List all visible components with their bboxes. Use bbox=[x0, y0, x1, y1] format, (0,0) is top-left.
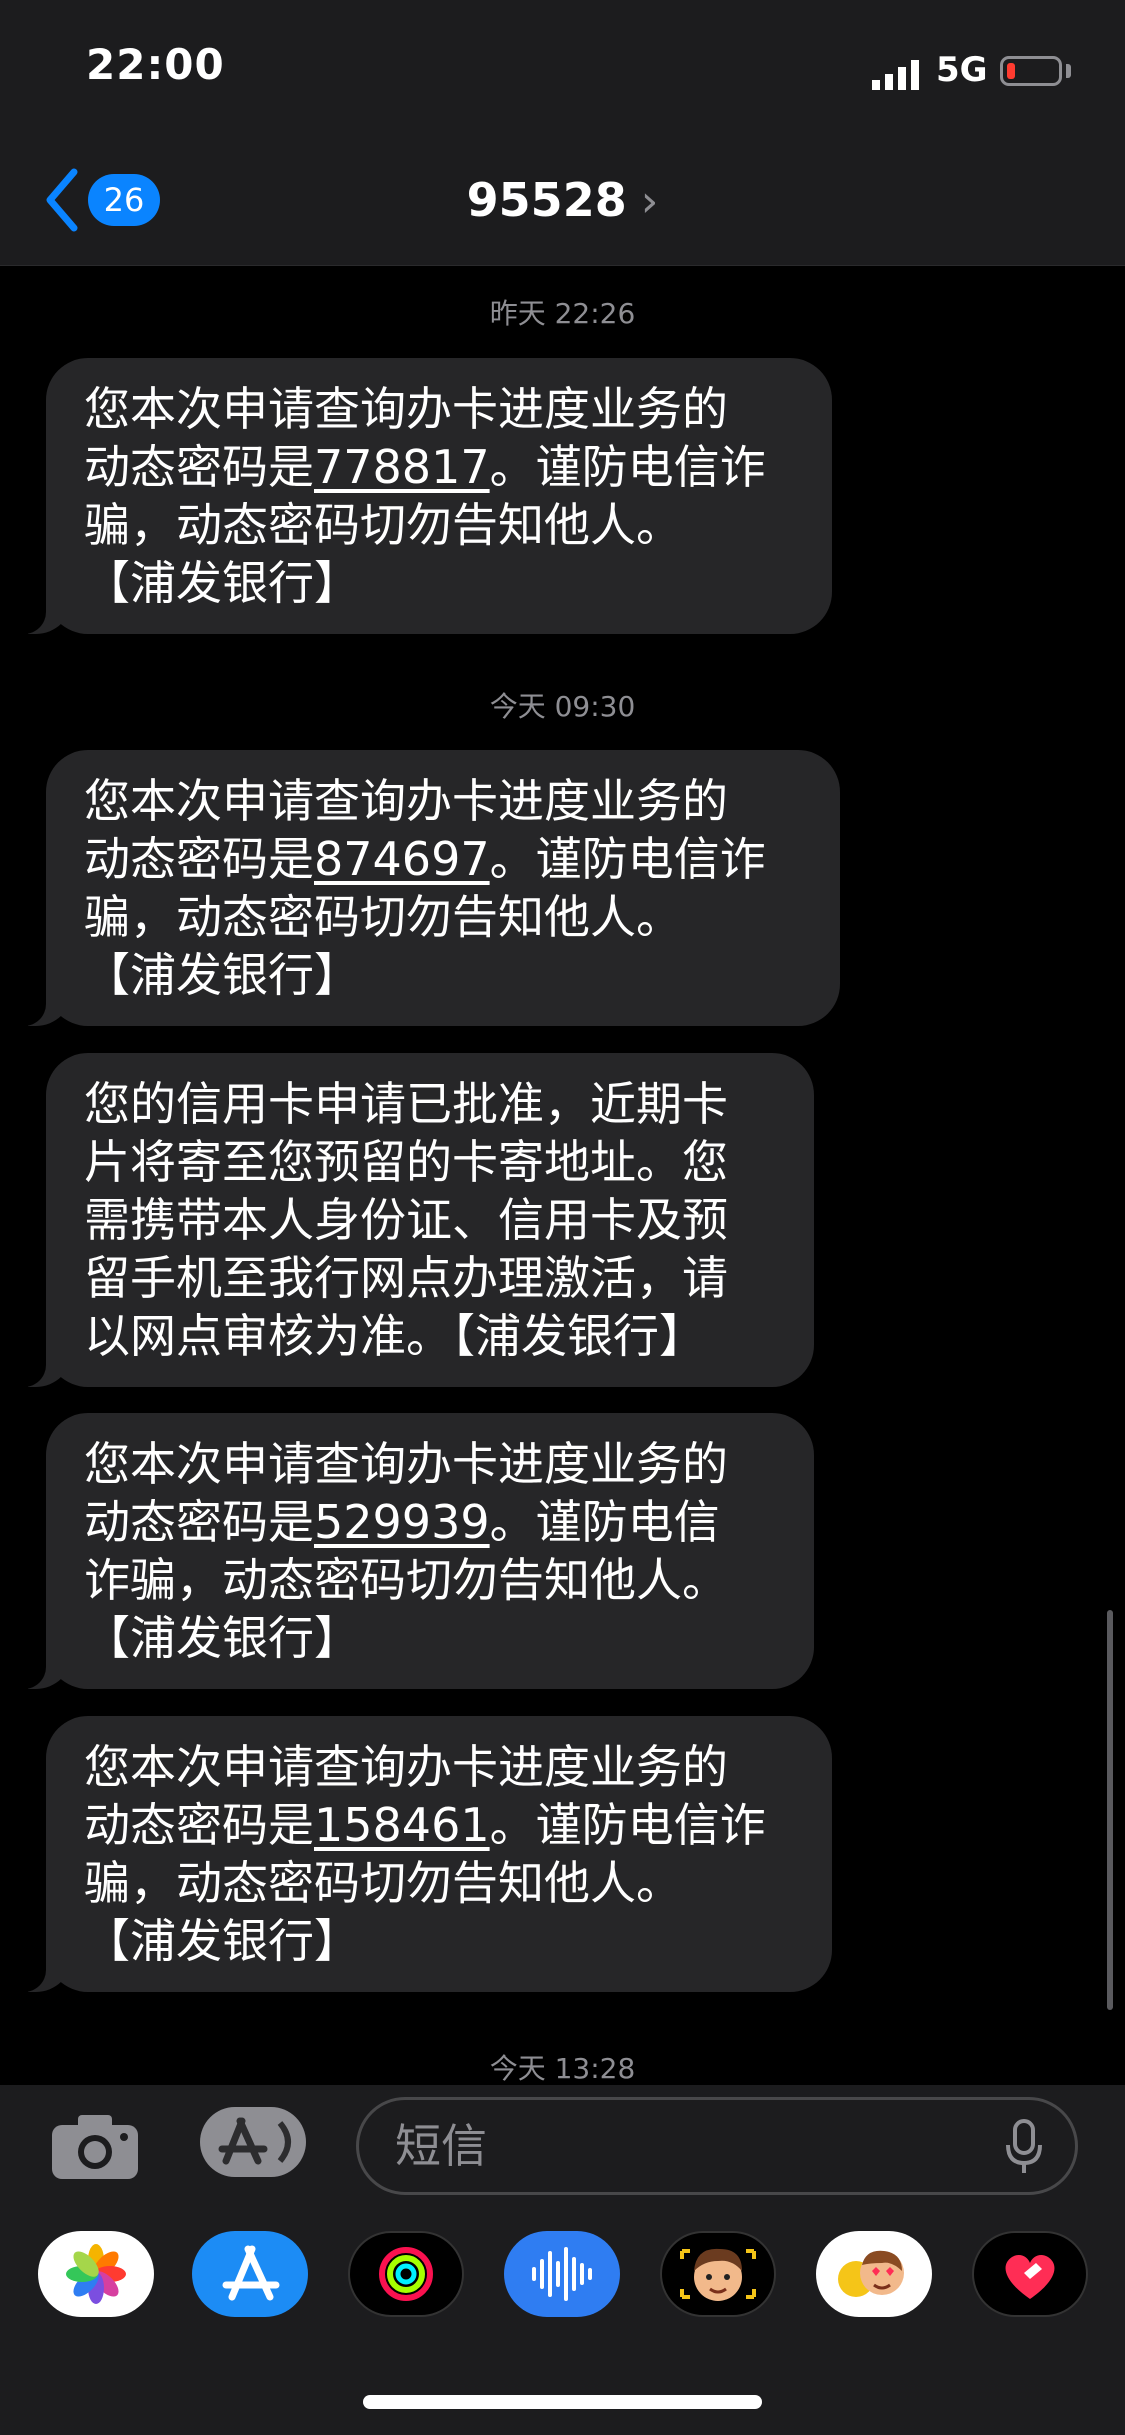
unread-count-badge: 26 bbox=[88, 174, 160, 226]
message-text: 骗，动态密码切勿告知他人。 bbox=[84, 1856, 682, 1910]
message-text: 留手机至我行网点办理激活，请 bbox=[84, 1251, 728, 1305]
message-text: 片将寄至您预留的卡寄地址。您 bbox=[84, 1135, 728, 1189]
camera-icon[interactable] bbox=[50, 2111, 140, 2181]
message-text: 动态密码是 bbox=[84, 832, 314, 886]
timestamp: 昨天 22:26 bbox=[489, 297, 636, 330]
message-text: 您的信用卡申请已批准，近期卡 bbox=[84, 1077, 728, 1131]
header: 22:00 5G 95528 › 26 bbox=[0, 0, 1125, 266]
timestamp: 今天 09:30 bbox=[489, 690, 636, 723]
message-text: 。谨防电信 bbox=[489, 1495, 720, 1549]
message-text: 诈骗，动态密码切勿告知他人。 bbox=[84, 1553, 728, 1607]
message-text: 需携带本人身份证、信用卡及预 bbox=[84, 1193, 728, 1247]
message-text: 您本次申请查询办卡进度业务的 bbox=[84, 382, 728, 436]
verification-code-link[interactable]: 158461 bbox=[314, 1798, 490, 1852]
message-bubble[interactable]: 您本次申请查询办卡进度业务的 动态密码是874697。谨防电信诈 骗，动态密码切… bbox=[16, 750, 840, 1026]
audio-message-app-icon[interactable] bbox=[504, 2231, 620, 2317]
message-text: 您本次申请查询办卡进度业务的 bbox=[84, 1740, 728, 1794]
battery-level bbox=[1007, 63, 1015, 79]
message-input[interactable]: 短信 bbox=[356, 2097, 1078, 2195]
app-store-app-icon[interactable] bbox=[192, 2231, 308, 2317]
activity-app-icon[interactable] bbox=[348, 2231, 464, 2317]
message-text: 。谨防电信诈 bbox=[489, 1798, 766, 1852]
message-text: 您本次申请查询办卡进度业务的 bbox=[84, 774, 728, 828]
message-text: 动态密码是 bbox=[84, 1495, 314, 1549]
compose-bar: 短信 bbox=[0, 2085, 1125, 2207]
chevron-right-icon: › bbox=[640, 176, 659, 227]
battery-icon bbox=[1000, 56, 1062, 86]
timestamp: 今天 13:28 bbox=[489, 2052, 636, 2085]
message-text: 您本次申请查询办卡进度业务的 bbox=[84, 1437, 728, 1491]
message-text: 动态密码是 bbox=[84, 1798, 314, 1852]
app-store-button[interactable] bbox=[200, 2107, 306, 2177]
verification-code-link[interactable]: 778817 bbox=[314, 440, 490, 494]
message-text: 骗，动态密码切勿告知他人。 bbox=[84, 498, 682, 552]
contact-name-button[interactable]: 95528 › bbox=[0, 170, 1125, 230]
message-text: 【浦发银行】 bbox=[84, 556, 360, 610]
message-bubble[interactable]: 您的信用卡申请已批准，近期卡 片将寄至您预留的卡寄地址。您 需携带本人身份证、信… bbox=[16, 1053, 814, 1387]
status-time: 22:00 bbox=[86, 40, 225, 89]
message-text: 以网点审核为准。【浦发银行】 bbox=[84, 1309, 705, 1363]
message-bubble[interactable]: 您本次申请查询办卡进度业务的 动态密码是529939。谨防电信 诈骗，动态密码切… bbox=[16, 1413, 814, 1689]
digital-touch-app-icon[interactable] bbox=[972, 2231, 1088, 2317]
message-text: 骗，动态密码切勿告知他人。 bbox=[84, 890, 682, 944]
message-text: 动态密码是 bbox=[84, 440, 314, 494]
message-text: 。谨防电信诈 bbox=[489, 440, 766, 494]
memoji-app-icon[interactable] bbox=[660, 2231, 776, 2317]
microphone-icon[interactable] bbox=[1004, 2119, 1044, 2175]
message-text: 。谨防电信诈 bbox=[489, 832, 766, 886]
chevron-left-icon bbox=[46, 168, 78, 232]
message-text: 【浦发银行】 bbox=[84, 1914, 360, 1968]
message-text: 【浦发银行】 bbox=[84, 1611, 360, 1665]
home-indicator[interactable] bbox=[363, 2395, 762, 2409]
contact-name: 95528 bbox=[466, 173, 627, 227]
verification-code-link[interactable]: 529939 bbox=[314, 1495, 490, 1549]
battery-cap bbox=[1066, 64, 1071, 78]
network-type: 5G bbox=[936, 50, 988, 90]
back-button[interactable]: 26 bbox=[44, 168, 160, 232]
message-input-placeholder: 短信 bbox=[395, 2119, 487, 2173]
message-text: 【浦发银行】 bbox=[84, 948, 360, 1002]
cellular-signal-icon bbox=[872, 60, 919, 90]
message-bubble[interactable]: 您本次申请查询办卡进度业务的 动态密码是778817。谨防电信诈 骗，动态密码切… bbox=[16, 358, 832, 634]
scrollbar[interactable] bbox=[1107, 1610, 1113, 2010]
photos-app-icon[interactable] bbox=[38, 2231, 154, 2317]
app-store-icon bbox=[218, 2117, 291, 2165]
memoji-stickers-app-icon[interactable] bbox=[816, 2231, 932, 2317]
message-bubble[interactable]: 您本次申请查询办卡进度业务的 动态密码是158461。谨防电信诈 骗，动态密码切… bbox=[16, 1716, 832, 1992]
verification-code-link[interactable]: 874697 bbox=[314, 832, 490, 886]
